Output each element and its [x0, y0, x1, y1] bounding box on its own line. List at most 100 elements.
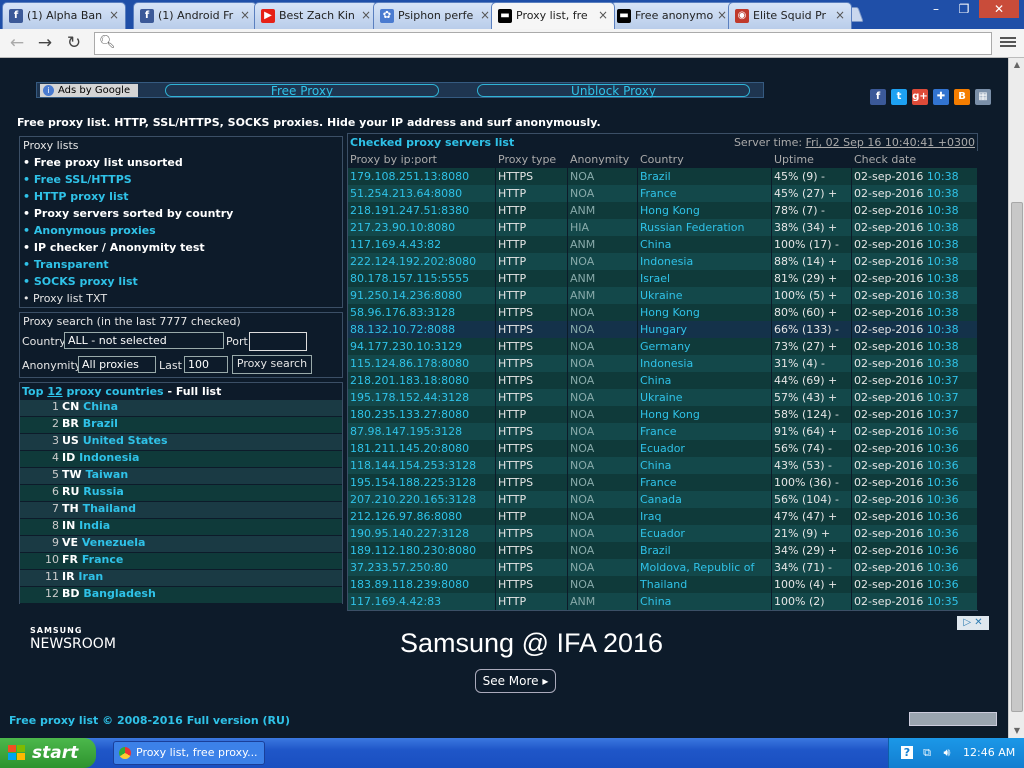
table-row[interactable]: 37.233.57.250:80 HTTPS NOA Moldova, Republi…	[348, 559, 978, 576]
blogger-share-icon[interactable]: B	[954, 89, 970, 105]
proxy-list-link[interactable]: • Transparent	[20, 256, 342, 273]
proxy-ip-port[interactable]: 87.98.147.195:3128	[348, 423, 496, 440]
country-row[interactable]: 5 TW Taiwan	[20, 468, 342, 485]
close-tab-icon[interactable]: ×	[598, 8, 608, 22]
full-list-link[interactable]: Full list	[176, 385, 222, 398]
proxy-country[interactable]: Thailand	[638, 576, 772, 593]
table-row[interactable]: 181.211.145.20:8080 HTTPS NOA Ecuador 56% (7…	[348, 440, 978, 457]
proxy-country[interactable]: China	[638, 372, 772, 389]
proxy-ip-port[interactable]: 218.191.247.51:8380	[348, 202, 496, 219]
proxy-ip-port[interactable]: 212.126.97.86:8080	[348, 508, 496, 525]
proxy-ip-port[interactable]: 181.211.145.20:8080	[348, 440, 496, 457]
facebook-share-icon[interactable]: f	[870, 89, 886, 105]
full-version-link[interactable]: Full version (RU)	[187, 714, 290, 727]
proxy-ip-port[interactable]: 217.23.90.10:8080	[348, 219, 496, 236]
country-row[interactable]: 6 RU Russia	[20, 485, 342, 502]
close-tab-icon[interactable]: ×	[361, 8, 371, 22]
table-row[interactable]: 117.169.4.43:82 HTTP ANM China 100% (17) -02…	[348, 236, 978, 253]
proxy-list-link[interactable]: • Free SSL/HTTPS	[20, 171, 342, 188]
table-row[interactable]: 195.178.152.44:3128 HTTPS NOA Ukraine 57% (4…	[348, 389, 978, 406]
proxy-country[interactable]: Israel	[638, 270, 772, 287]
proxy-country[interactable]: Canada	[638, 491, 772, 508]
footer-widget[interactable]	[909, 712, 997, 726]
browser-tab[interactable]: ◉ Elite Squid Pr ×	[728, 2, 852, 29]
proxy-country[interactable]: France	[638, 474, 772, 491]
country-row[interactable]: 11 IR Iran	[20, 570, 342, 587]
last-input[interactable]: 100	[184, 356, 228, 373]
proxy-ip-port[interactable]: 118.144.154.253:3128	[348, 457, 496, 474]
address-input[interactable]	[119, 35, 979, 52]
table-row[interactable]: 58.96.176.83:3128 HTTPS NOA Hong Kong 80% (6…	[348, 304, 978, 321]
browser-tab[interactable]: f (1) Alpha Ban ×	[2, 2, 126, 29]
google-plus-share-icon[interactable]: g+	[912, 89, 928, 105]
proxy-country[interactable]: Hong Kong	[638, 406, 772, 423]
proxy-country[interactable]: Germany	[638, 338, 772, 355]
scroll-down-icon[interactable]: ▼	[1009, 724, 1024, 738]
proxy-country[interactable]: Ukraine	[638, 287, 772, 304]
table-row[interactable]: 190.95.140.227:3128 HTTPS NOA Ecuador 21% (9…	[348, 525, 978, 542]
proxy-country[interactable]: China	[638, 457, 772, 474]
proxy-country[interactable]: Ecuador	[638, 440, 772, 457]
country-row[interactable]: 3 US United States	[20, 434, 342, 451]
close-tab-icon[interactable]: ×	[240, 8, 250, 22]
country-row[interactable]: 2 BR Brazil	[20, 417, 342, 434]
table-row[interactable]: 91.250.14.236:8080 HTTP ANM Ukraine 100% (5)…	[348, 287, 978, 304]
table-row[interactable]: 180.235.133.27:8080 HTTP NOA Hong Kong 58% (…	[348, 406, 978, 423]
country-link[interactable]: Venezuela	[82, 536, 146, 549]
proxy-ip-port[interactable]: 207.210.220.165:3128	[348, 491, 496, 508]
country-row[interactable]: 1 CN China	[20, 400, 342, 417]
country-link[interactable]: Iran	[78, 570, 103, 583]
proxy-list-link[interactable]: • Anonymous proxies	[20, 222, 342, 239]
browser-tab[interactable]: ▶ Best Zach Kin ×	[254, 2, 378, 29]
proxy-ip-port[interactable]: 183.89.118.239:8080	[348, 576, 496, 593]
country-row[interactable]: 10 FR France	[20, 553, 342, 570]
close-window-button[interactable]: ✕	[979, 0, 1019, 18]
browser-tab[interactable]: ✿ Psiphon perfe ×	[373, 2, 497, 29]
proxy-country[interactable]: Hong Kong	[638, 304, 772, 321]
network-icon[interactable]: ⧉	[921, 746, 933, 759]
proxy-ip-port[interactable]: 80.178.157.115:5555	[348, 270, 496, 287]
table-row[interactable]: 189.112.180.230:8080 HTTPS NOA Brazil 34% (2…	[348, 542, 978, 559]
proxy-ip-port[interactable]: 179.108.251.13:8080	[348, 168, 496, 185]
table-row[interactable]: 218.191.247.51:8380 HTTP ANM Hong Kong 78% (…	[348, 202, 978, 219]
proxy-ip-port[interactable]: 58.96.176.83:3128	[348, 304, 496, 321]
scroll-up-icon[interactable]: ▲	[1009, 58, 1024, 72]
country-link[interactable]: India	[79, 519, 110, 532]
proxy-ip-port[interactable]: 218.201.183.18:8080	[348, 372, 496, 389]
proxy-country[interactable]: Hong Kong	[638, 202, 772, 219]
country-row[interactable]: 7 TH Thailand	[20, 502, 342, 519]
back-arrow-icon[interactable]: ←	[6, 33, 28, 53]
address-bar[interactable]: 🔍︎	[94, 32, 992, 55]
table-row[interactable]: 115.124.86.178:8080 HTTPS NOA Indonesia 31% …	[348, 355, 978, 372]
proxy-ip-port[interactable]: 195.178.152.44:3128	[348, 389, 496, 406]
twitter-share-icon[interactable]: t	[891, 89, 907, 105]
proxy-ip-port[interactable]: 117.169.4.42:83	[348, 593, 496, 610]
close-tab-icon[interactable]: ×	[480, 8, 490, 22]
see-more-button[interactable]: See More ▸	[475, 669, 556, 693]
table-row[interactable]: 51.254.213.64:8080 HTTP NOA France 45% (27) …	[348, 185, 978, 202]
samsung-ad-banner[interactable]: SAMSUNG NEWSROOM Samsung @ IFA 2016 See …	[10, 616, 990, 706]
proxy-ip-port[interactable]: 117.169.4.43:82	[348, 236, 496, 253]
column-header[interactable]: Proxy type	[496, 151, 568, 168]
table-row[interactable]: 217.23.90.10:8080 HTTP HIA Russian Federati…	[348, 219, 978, 236]
table-row[interactable]: 179.108.251.13:8080 HTTPS NOA Brazil 45% (9)…	[348, 168, 978, 185]
proxy-country[interactable]: France	[638, 185, 772, 202]
table-row[interactable]: 80.178.157.115:5555 HTTP ANM Israel 81% (29)…	[348, 270, 978, 287]
browser-tab[interactable]: ▬ Free anonymo ×	[610, 2, 734, 29]
table-row[interactable]: 212.126.97.86:8080 HTTP NOA Iraq 47% (47) +0…	[348, 508, 978, 525]
adchoices-icon[interactable]: ▷ ✕	[957, 616, 989, 630]
country-row[interactable]: 8 IN India	[20, 519, 342, 536]
proxy-ip-port[interactable]: 94.177.230.10:3129	[348, 338, 496, 355]
column-header[interactable]: Country	[638, 151, 772, 168]
scroll-thumb[interactable]	[1011, 202, 1023, 712]
server-time-value[interactable]: Fri, 02 Sep 16 10:40:41 +0300	[806, 136, 975, 149]
proxy-list-link[interactable]: • Proxy list TXT	[20, 290, 342, 307]
country-link[interactable]: Taiwan	[85, 468, 128, 481]
proxy-ip-port[interactable]: 190.95.140.227:3128	[348, 525, 496, 542]
page-scrollbar[interactable]: ▲ ▼	[1008, 58, 1024, 738]
anonymity-select[interactable]: All proxies	[78, 356, 156, 373]
proxy-list-link[interactable]: • SOCKS proxy list	[20, 273, 342, 290]
proxy-ip-port[interactable]: 37.233.57.250:80	[348, 559, 496, 576]
proxy-country[interactable]: Ukraine	[638, 389, 772, 406]
country-link[interactable]: Bangladesh	[83, 587, 155, 600]
